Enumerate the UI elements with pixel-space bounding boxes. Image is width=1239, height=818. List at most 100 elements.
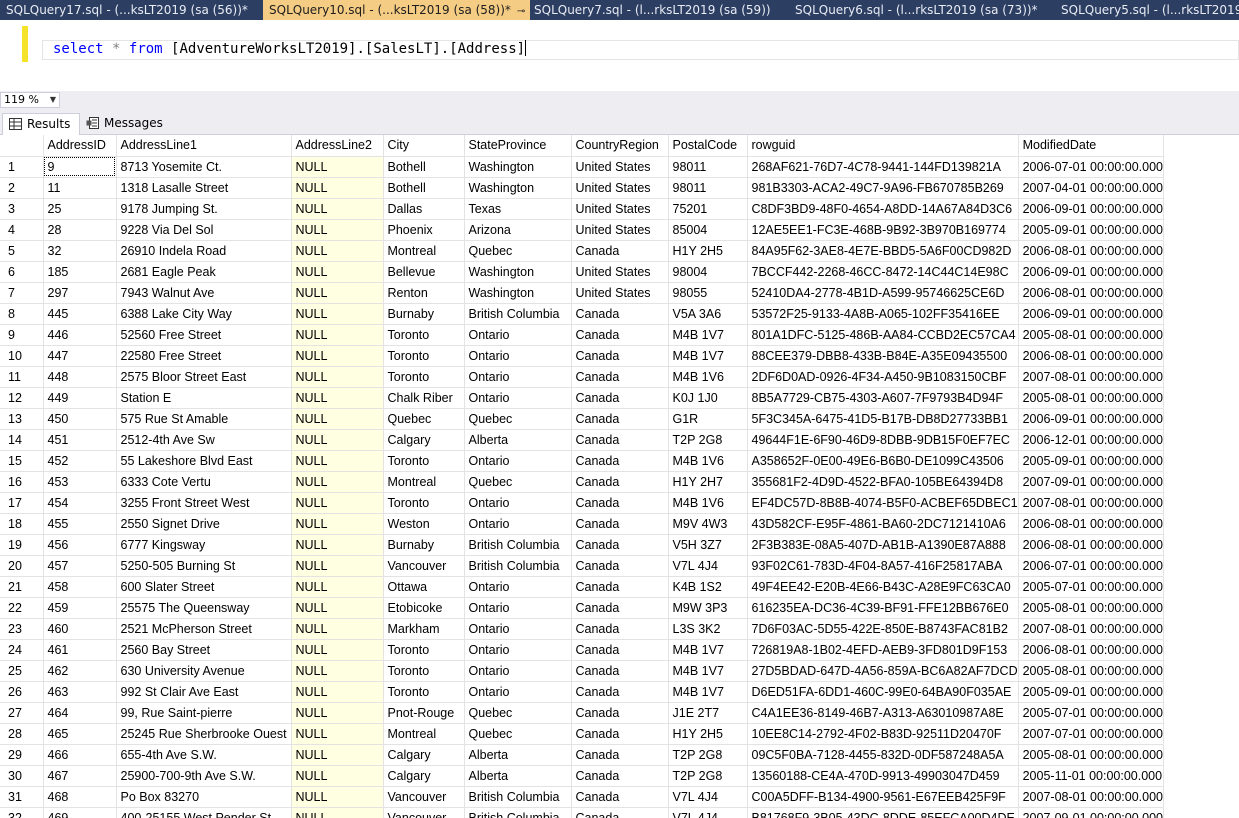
cell-city[interactable]: Vancouver [383, 807, 465, 818]
row-number-cell[interactable]: 32 [0, 807, 44, 818]
row-number-cell[interactable]: 14 [0, 429, 44, 451]
row-number-cell[interactable]: 11 [0, 366, 44, 388]
row-number-cell[interactable]: 16 [0, 471, 44, 493]
cell-address-line1[interactable]: 6388 Lake City Way [116, 303, 292, 325]
table-row[interactable]: 30 467 25900-700-9th Ave S.W. NULL Calgary Al… [0, 765, 1165, 787]
cell-state-province[interactable]: Ontario [464, 660, 572, 682]
row-number-cell[interactable]: 31 [0, 786, 44, 808]
cell-state-province[interactable]: Ontario [464, 513, 572, 535]
cell-city[interactable]: Markham [383, 618, 465, 640]
cell-rowguid[interactable]: 88CEE379-DBB8-433B-B84E-A35E09435500 [747, 345, 1019, 367]
cell-address-id[interactable]: 9 [43, 156, 117, 178]
cell-address-line1[interactable]: Po Box 83270 [116, 786, 292, 808]
cell-city[interactable]: Quebec [383, 408, 465, 430]
cell-postal-code[interactable]: M4B 1V6 [668, 450, 748, 472]
cell-postal-code[interactable]: T2P 2G8 [668, 765, 748, 787]
table-row[interactable]: 8 445 6388 Lake City Way NULL Burnaby British… [0, 303, 1165, 325]
cell-rowguid[interactable]: EF4DC57D-8B8B-4074-B5F0-ACBEF65DBEC1 [747, 492, 1019, 514]
table-row[interactable]: 9 446 52560 Free Street NULL Toronto Ontario C… [0, 324, 1165, 346]
cell-modified-date[interactable]: 2007-07-01 00:00:00.000 [1018, 723, 1165, 745]
cell-state-province[interactable]: Ontario [464, 345, 572, 367]
cell-address-line2[interactable]: NULL [291, 681, 384, 703]
cell-state-province[interactable]: Washington [464, 261, 572, 283]
cell-rowguid[interactable]: C00A5DFF-B134-4900-9561-E67EEB425F9F [747, 786, 1019, 808]
cell-postal-code[interactable]: M4B 1V6 [668, 492, 748, 514]
row-number-cell[interactable]: 19 [0, 534, 44, 556]
cell-address-line2[interactable]: NULL [291, 723, 384, 745]
table-row[interactable]: 21 458 600 Slater Street NULL Ottawa Ontario C… [0, 576, 1165, 598]
cell-state-province[interactable]: British Columbia [464, 555, 572, 577]
cell-postal-code[interactable]: M9V 4W3 [668, 513, 748, 535]
cell-address-id[interactable]: 297 [43, 282, 117, 304]
cell-rowguid[interactable]: 5F3C345A-6475-41D5-B17B-DB8D27733BB1 [747, 408, 1019, 430]
cell-postal-code[interactable]: M4B 1V6 [668, 366, 748, 388]
cell-city[interactable]: Renton [383, 282, 465, 304]
cell-state-province[interactable]: Ontario [464, 681, 572, 703]
cell-city[interactable]: Montreal [383, 471, 465, 493]
cell-country-region[interactable]: Canada [571, 492, 669, 514]
cell-address-id[interactable]: 451 [43, 429, 117, 451]
cell-country-region[interactable]: Canada [571, 303, 669, 325]
cell-city[interactable]: Toronto [383, 492, 465, 514]
cell-postal-code[interactable]: H1Y 2H5 [668, 723, 748, 745]
cell-country-region[interactable]: Canada [571, 744, 669, 766]
cell-address-line2[interactable]: NULL [291, 324, 384, 346]
column-header-modified-date[interactable]: ModifiedDate [1018, 135, 1165, 157]
cell-city[interactable]: Toronto [383, 660, 465, 682]
cell-state-province[interactable]: Quebec [464, 240, 572, 262]
cell-modified-date[interactable]: 2005-09-01 00:00:00.000 [1018, 450, 1165, 472]
table-row[interactable]: 13 450 575 Rue St Amable NULL Quebec Quebec Ca… [0, 408, 1165, 430]
cell-rowguid[interactable]: 52410DA4-2778-4B1D-A599-95746625CE6D [747, 282, 1019, 304]
cell-address-line1[interactable]: 600 Slater Street [116, 576, 292, 598]
cell-modified-date[interactable]: 2007-08-01 00:00:00.000 [1018, 366, 1165, 388]
cell-address-line1[interactable]: 8713 Yosemite Ct. [116, 156, 292, 178]
cell-address-id[interactable]: 448 [43, 366, 117, 388]
cell-modified-date[interactable]: 2006-08-01 00:00:00.000 [1018, 513, 1165, 535]
cell-country-region[interactable]: Canada [571, 618, 669, 640]
cell-address-line1[interactable]: 25900-700-9th Ave S.W. [116, 765, 292, 787]
cell-country-region[interactable]: Canada [571, 429, 669, 451]
cell-city[interactable]: Toronto [383, 324, 465, 346]
cell-address-line1[interactable]: 575 Rue St Amable [116, 408, 292, 430]
query-text[interactable]: select * from [AdventureWorksLT2019].[Sa… [53, 40, 527, 60]
cell-state-province[interactable]: Ontario [464, 492, 572, 514]
cell-city[interactable]: Vancouver [383, 555, 465, 577]
query-editor[interactable]: select * from [AdventureWorksLT2019].[Sa… [0, 20, 1239, 91]
cell-address-line2[interactable]: NULL [291, 786, 384, 808]
cell-city[interactable]: Calgary [383, 765, 465, 787]
cell-city[interactable]: Ottawa [383, 576, 465, 598]
cell-address-line1[interactable]: 630 University Avenue [116, 660, 292, 682]
cell-address-id[interactable]: 460 [43, 618, 117, 640]
cell-address-line1[interactable]: 3255 Front Street West [116, 492, 292, 514]
cell-address-id[interactable]: 445 [43, 303, 117, 325]
cell-city[interactable]: Vancouver [383, 786, 465, 808]
table-row[interactable]: 11 448 2575 Bloor Street East NULL Toronto On… [0, 366, 1165, 388]
cell-modified-date[interactable]: 2007-08-01 00:00:00.000 [1018, 492, 1165, 514]
cell-postal-code[interactable]: M4B 1V7 [668, 324, 748, 346]
row-number-cell[interactable]: 12 [0, 387, 44, 409]
cell-rowguid[interactable]: C4A1EE36-8149-46B7-A313-A63010987A8E [747, 702, 1019, 724]
row-number-cell[interactable]: 29 [0, 744, 44, 766]
cell-city[interactable]: Bothell [383, 156, 465, 178]
cell-country-region[interactable]: United States [571, 282, 669, 304]
cell-address-line1[interactable]: 992 St Clair Ave East [116, 681, 292, 703]
cell-address-id[interactable]: 456 [43, 534, 117, 556]
cell-state-province[interactable]: Quebec [464, 723, 572, 745]
cell-address-line2[interactable]: NULL [291, 450, 384, 472]
row-number-cell[interactable]: 17 [0, 492, 44, 514]
cell-city[interactable]: Phoenix [383, 219, 465, 241]
cell-rowguid[interactable]: 49F4EE42-E20B-4E66-B43C-A28E9FC63CA0 [747, 576, 1019, 598]
cell-address-line1[interactable]: 5250-505 Burning St [116, 555, 292, 577]
table-row[interactable]: 3 25 9178 Jumping St. NULL Dallas Texas United… [0, 198, 1165, 220]
cell-postal-code[interactable]: 85004 [668, 219, 748, 241]
cell-address-line2[interactable]: NULL [291, 387, 384, 409]
cell-address-id[interactable]: 450 [43, 408, 117, 430]
column-header-address-line2[interactable]: AddressLine2 [291, 135, 384, 157]
cell-address-line1[interactable]: 2550 Signet Drive [116, 513, 292, 535]
cell-city[interactable]: Dallas [383, 198, 465, 220]
cell-country-region[interactable]: Canada [571, 786, 669, 808]
cell-rowguid[interactable]: 2F3B383E-08A5-407D-AB1B-A1390E87A888 [747, 534, 1019, 556]
table-row[interactable]: 31 468 Po Box 83270 NULL Vancouver British Co… [0, 786, 1165, 808]
cell-modified-date[interactable]: 2007-08-01 00:00:00.000 [1018, 618, 1165, 640]
row-number-cell[interactable]: 1 [0, 156, 44, 178]
